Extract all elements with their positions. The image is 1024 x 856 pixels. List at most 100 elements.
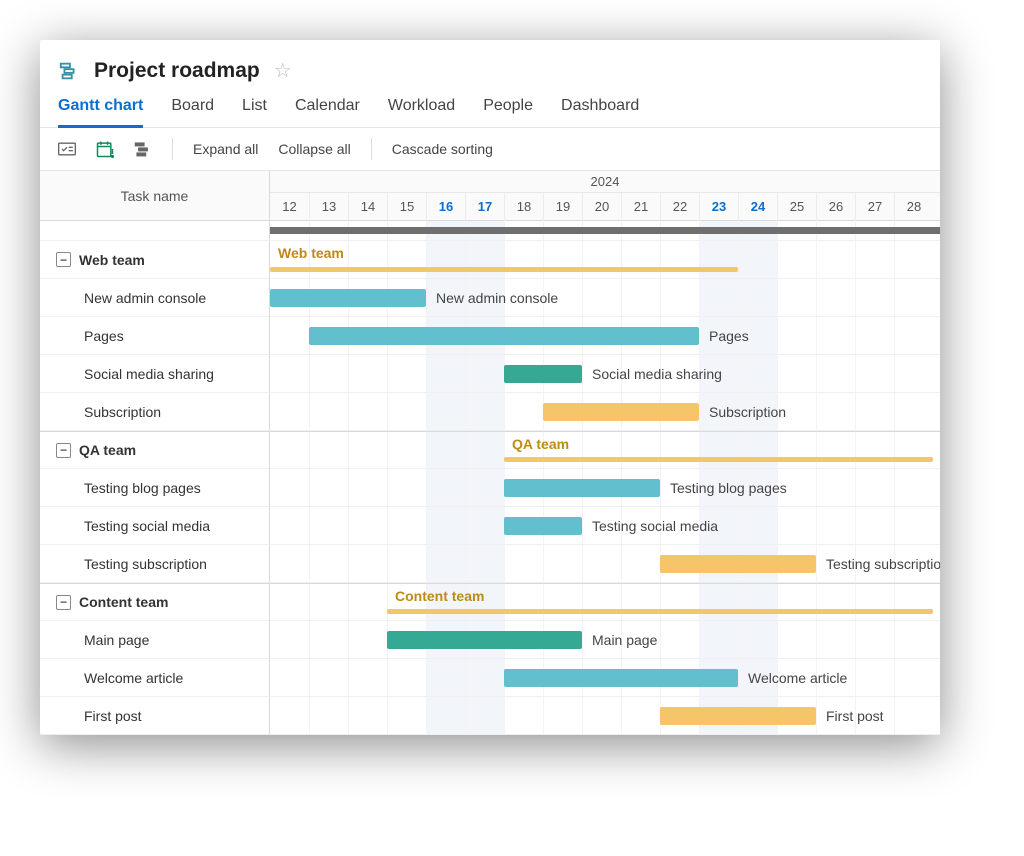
tab-workload[interactable]: Workload xyxy=(388,93,455,127)
task-bar-label: First post xyxy=(826,708,884,724)
task-bar-cell: First post xyxy=(270,697,940,735)
task-bar-label: Pages xyxy=(709,328,749,344)
day-header: 21 xyxy=(621,193,660,221)
group-bar-cell: Content team xyxy=(270,583,940,621)
overall-progress-bar xyxy=(270,227,940,234)
task-bar[interactable] xyxy=(270,289,426,307)
task-name-label: Subscription xyxy=(84,404,161,420)
task-name-label: Social media sharing xyxy=(84,366,214,382)
task-bar-label: Welcome article xyxy=(748,670,847,686)
tab-gantt-chart[interactable]: Gantt chart xyxy=(58,93,143,128)
task-name-label: New admin console xyxy=(84,290,206,306)
day-header: 19 xyxy=(543,193,582,221)
group-summary-bar[interactable] xyxy=(270,267,738,272)
gantt-icon xyxy=(58,60,80,82)
day-header: 15 xyxy=(387,193,426,221)
task-row[interactable]: Testing blog pages xyxy=(40,469,270,507)
tab-board[interactable]: Board xyxy=(171,93,214,127)
task-row[interactable]: Social media sharing xyxy=(40,355,270,393)
day-header: 25 xyxy=(777,193,816,221)
task-name-label: Pages xyxy=(84,328,124,344)
task-bar-cell: Testing blog pages xyxy=(270,469,940,507)
task-bar[interactable] xyxy=(504,365,582,383)
group-bar-label: QA team xyxy=(512,436,569,452)
cascade-sorting-button[interactable]: Cascade sorting xyxy=(388,139,497,159)
task-name-header: Task name xyxy=(40,171,270,221)
tab-list[interactable]: List xyxy=(242,93,267,127)
task-bar[interactable] xyxy=(543,403,699,421)
day-header: 24 xyxy=(738,193,777,221)
task-bar-cell: New admin console xyxy=(270,279,940,317)
task-bar[interactable] xyxy=(504,479,660,497)
day-header: 28 xyxy=(894,193,933,221)
bars-icon[interactable] xyxy=(130,136,156,162)
day-header: 13 xyxy=(309,193,348,221)
overall-bar-cell xyxy=(270,221,940,241)
task-row[interactable]: Subscription xyxy=(40,393,270,431)
day-header: 14 xyxy=(348,193,387,221)
task-bar-cell: Subscription xyxy=(270,393,940,431)
day-header: 17 xyxy=(465,193,504,221)
task-bar-label: Subscription xyxy=(709,404,786,420)
tab-calendar[interactable]: Calendar xyxy=(295,93,360,127)
task-row[interactable]: First post xyxy=(40,697,270,735)
view-tabs: Gantt chart Board List Calendar Workload Peop… xyxy=(40,93,940,128)
toolbar-separator xyxy=(172,138,173,160)
timeline-year: 2024 xyxy=(270,171,940,193)
collapse-toggle[interactable]: − xyxy=(56,443,71,458)
group-bar-cell: Web team xyxy=(270,241,940,279)
collapse-toggle[interactable]: − xyxy=(56,252,71,267)
task-row[interactable]: New admin console xyxy=(40,279,270,317)
task-name-label: First post xyxy=(84,708,142,724)
task-bar[interactable] xyxy=(387,631,582,649)
gantt-grid: Task name 2024 1213141516171819202122232… xyxy=(40,171,940,735)
task-bar-cell: Pages xyxy=(270,317,940,355)
collapse-all-button[interactable]: Collapse all xyxy=(274,139,354,159)
tab-people[interactable]: People xyxy=(483,93,533,127)
tab-dashboard[interactable]: Dashboard xyxy=(561,93,639,127)
task-row[interactable]: Welcome article xyxy=(40,659,270,697)
task-bar-label: Social media sharing xyxy=(592,366,722,382)
task-bar-label: Main page xyxy=(592,632,657,648)
task-bar-cell: Welcome article xyxy=(270,659,940,697)
task-row[interactable]: Testing subscription xyxy=(40,545,270,583)
task-bar[interactable] xyxy=(504,517,582,535)
task-name-label: Testing blog pages xyxy=(84,480,201,496)
group-bar-label: Web team xyxy=(278,245,344,261)
day-header: 22 xyxy=(660,193,699,221)
expand-all-button[interactable]: Expand all xyxy=(189,139,262,159)
task-bar-label: Testing social media xyxy=(592,518,718,534)
group-row: −Content team xyxy=(40,583,270,621)
group-summary-bar[interactable] xyxy=(504,457,933,462)
app-window: Project roadmap ☆ Gantt chartBoardListCa… xyxy=(40,40,940,735)
day-header: 18 xyxy=(504,193,543,221)
day-header: 12 xyxy=(270,193,309,221)
day-header: 23 xyxy=(699,193,738,221)
task-bar-cell: Testing social media xyxy=(270,507,940,545)
task-row[interactable]: Pages xyxy=(40,317,270,355)
group-name-label: Web team xyxy=(79,252,145,268)
group-bar-label: Content team xyxy=(395,588,484,604)
group-name-label: QA team xyxy=(79,442,136,458)
task-bar[interactable] xyxy=(660,707,816,725)
calendar-alert-icon[interactable] xyxy=(92,136,118,162)
task-bar-cell: Main page xyxy=(270,621,940,659)
checklist-icon[interactable] xyxy=(54,136,80,162)
task-bar[interactable] xyxy=(504,669,738,687)
task-bar-label: New admin console xyxy=(436,290,558,306)
task-name-label: Welcome article xyxy=(84,670,183,686)
group-summary-bar[interactable] xyxy=(387,609,933,614)
task-row[interactable]: Testing social media xyxy=(40,507,270,545)
task-bar[interactable] xyxy=(309,327,699,345)
overall-row-spacer xyxy=(40,221,270,241)
timeline-header: 2024 1213141516171819202122232425262728 xyxy=(270,171,940,221)
collapse-toggle[interactable]: − xyxy=(56,595,71,610)
day-header: 20 xyxy=(582,193,621,221)
group-row: −Web team xyxy=(40,241,270,279)
task-row[interactable]: Main page xyxy=(40,621,270,659)
task-name-label: Main page xyxy=(84,632,149,648)
task-bar[interactable] xyxy=(660,555,816,573)
toolbar: Expand all Collapse all Cascade sorting xyxy=(40,128,940,171)
favorite-star-icon[interactable]: ☆ xyxy=(274,58,292,83)
task-bar-label: Testing blog pages xyxy=(670,480,787,496)
